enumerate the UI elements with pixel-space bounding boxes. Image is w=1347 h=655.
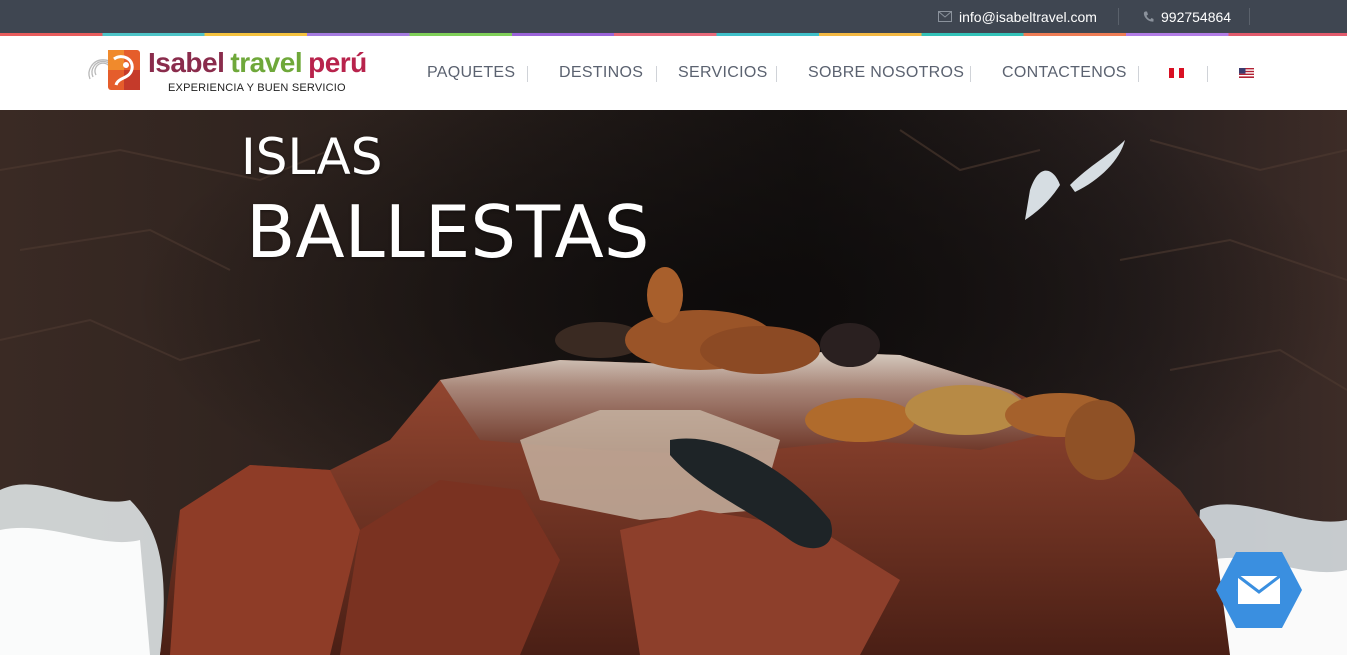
topbar-divider xyxy=(1249,8,1250,25)
logo-emblem-icon xyxy=(88,50,140,90)
email-text: info@isabeltravel.com xyxy=(959,8,1097,25)
brand-word-peru: perú xyxy=(308,47,367,78)
logo-brand-name: Isabel travel perú xyxy=(148,47,367,79)
brand-word-travel: travel xyxy=(230,47,303,78)
nav-paquetes[interactable]: PAQUETES xyxy=(427,36,515,110)
nav-sobre-nosotros[interactable]: SOBRE NOSOTROS xyxy=(808,36,964,110)
phone-link[interactable]: 992754864 xyxy=(1143,0,1231,33)
nav-divider xyxy=(656,66,657,82)
nav-servicios[interactable]: SERVICIOS xyxy=(678,36,768,110)
hero-banner: ISLAS BALLESTAS xyxy=(0,110,1347,655)
hero-title-line-1: ISLAS xyxy=(241,128,383,186)
peru-flag-icon[interactable] xyxy=(1169,68,1184,78)
nav-divider xyxy=(970,66,971,82)
topbar-divider xyxy=(1118,8,1119,25)
mail-icon xyxy=(1237,574,1281,604)
brand-word-isabel: Isabel xyxy=(148,47,225,78)
usa-flag-icon[interactable] xyxy=(1239,68,1254,78)
nav-divider xyxy=(1138,66,1139,82)
phone-icon xyxy=(1143,11,1154,23)
nav-contactenos[interactable]: CONTACTENOS xyxy=(1002,36,1127,110)
top-contact-bar: info@isabeltravel.com 992754864 xyxy=(0,0,1347,33)
site-logo[interactable]: Isabel travel perú EXPERIENCIA Y BUEN SERV… xyxy=(86,47,386,99)
envelope-icon xyxy=(938,11,952,22)
hero-background-photo xyxy=(0,110,1347,655)
nav-destinos[interactable]: DESTINOS xyxy=(559,36,643,110)
hero-title-line-2: BALLESTAS xyxy=(246,190,650,274)
email-link[interactable]: info@isabeltravel.com xyxy=(938,0,1097,33)
nav-divider xyxy=(527,66,528,82)
phone-text: 992754864 xyxy=(1161,8,1232,25)
contact-mail-button[interactable] xyxy=(1214,550,1304,630)
main-header: Isabel travel perú EXPERIENCIA Y BUEN SERV… xyxy=(0,36,1347,110)
nav-divider xyxy=(776,66,777,82)
nav-divider xyxy=(1207,66,1208,82)
logo-tagline: EXPERIENCIA Y BUEN SERVICIO xyxy=(168,82,346,94)
